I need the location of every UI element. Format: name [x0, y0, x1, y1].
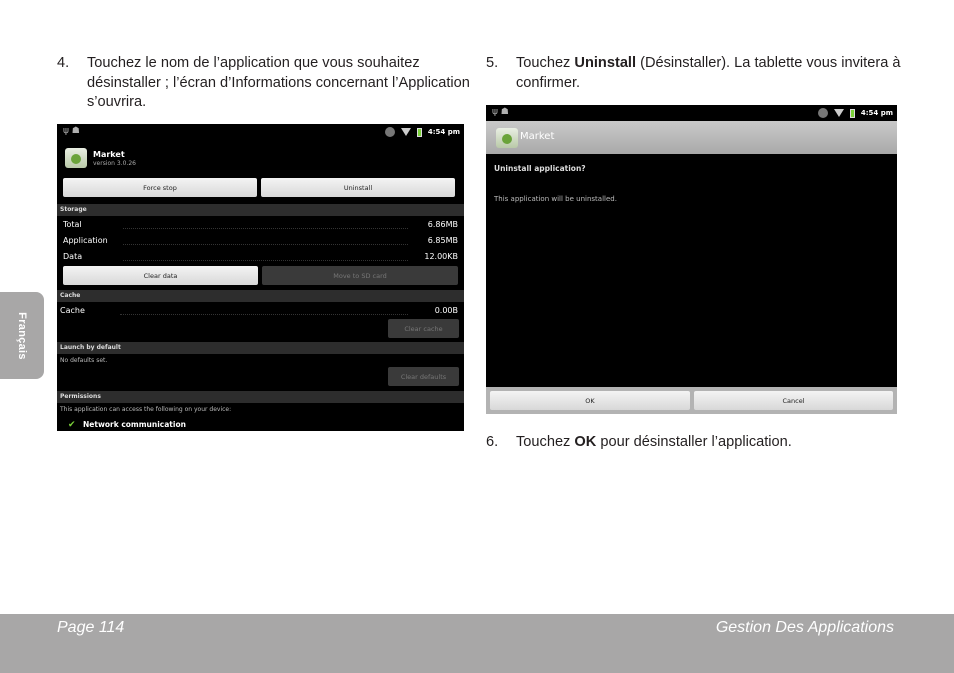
- battery-icon: [416, 127, 422, 137]
- row-label: Application: [63, 236, 108, 245]
- language-tab: Français: [0, 292, 44, 379]
- row-value: 0.00B: [434, 306, 458, 315]
- clock: 4:54 pm: [427, 128, 460, 136]
- app-name: Market: [520, 131, 555, 142]
- page-number: Page 114: [57, 619, 125, 636]
- app-version: version 3.0.26: [93, 160, 136, 167]
- step-text-pre: Touchez: [516, 55, 575, 71]
- step-text: Touchez OK pour désinstaller l’applicati…: [516, 433, 792, 453]
- row-label: Total: [63, 220, 82, 229]
- page-footer: Page 114 Gestion Des Applications: [0, 614, 954, 673]
- dialog-title: Uninstall application?: [494, 164, 586, 173]
- cache-row: Cache 0.00B: [60, 306, 458, 320]
- cancel-button[interactable]: Cancel: [694, 391, 893, 410]
- status-bar: ψ ☗ 4:54 pm: [486, 105, 897, 121]
- storage-row: Application 6.85MB: [63, 236, 458, 250]
- network-communication-item[interactable]: Network communication: [83, 420, 186, 429]
- storage-header: Storage: [57, 204, 464, 216]
- market-app-icon: [65, 148, 87, 168]
- row-value: 12.00KB: [424, 252, 458, 261]
- force-stop-button[interactable]: Force stop: [63, 178, 257, 197]
- storage-row: Data 12.00KB: [63, 252, 458, 266]
- uninstall-dialog-screenshot: ψ ☗ 4:54 pm Market Uninstall application…: [486, 105, 897, 414]
- app-name: Market: [93, 150, 125, 159]
- storage-row: Total 6.86MB: [63, 220, 458, 234]
- row-value: 6.86MB: [427, 220, 458, 229]
- row-leader: [123, 244, 408, 245]
- clear-data-button[interactable]: Clear data: [63, 266, 258, 285]
- step-text: Touchez Uninstall (Désinstaller). La tab…: [516, 54, 906, 93]
- sync-icon: [817, 108, 828, 118]
- permissions-text: This application can access the followin…: [60, 406, 232, 413]
- row-leader: [120, 314, 408, 315]
- clock: 4:54 pm: [860, 109, 893, 117]
- checkmark-icon: ✔: [68, 420, 76, 430]
- dialog-button-bar: OK Cancel: [486, 387, 897, 414]
- app-info-screenshot: ψ ☗ 4:54 pm Market version 3.0.26 Force …: [57, 124, 464, 431]
- title-bar: Market: [486, 121, 897, 154]
- row-label: Data: [63, 252, 83, 261]
- step-text-bold: Uninstall: [574, 55, 637, 71]
- language-label: Français: [16, 311, 28, 360]
- ok-button[interactable]: OK: [490, 391, 690, 410]
- section-title: Gestion Des Applications: [715, 619, 894, 636]
- step-text-post: pour désinstaller l’application.: [596, 434, 792, 450]
- wifi-icon: [833, 109, 844, 117]
- no-defaults-text: No defaults set.: [60, 357, 108, 364]
- move-to-sd-button[interactable]: Move to SD card: [262, 266, 458, 285]
- permissions-header: Permissions: [57, 391, 464, 403]
- usb-android-icon: ψ ☗: [63, 126, 80, 136]
- sync-icon: [384, 127, 395, 137]
- dialog-message: This application will be uninstalled.: [494, 195, 617, 203]
- step-number: 6.: [486, 434, 499, 450]
- battery-icon: [849, 108, 855, 118]
- step-number: 5.: [486, 55, 499, 71]
- row-label: Cache: [60, 306, 85, 315]
- uninstall-button[interactable]: Uninstall: [261, 178, 455, 197]
- step-text-bold: OK: [574, 434, 597, 450]
- row-value: 6.85MB: [427, 236, 458, 245]
- step-text-pre: Touchez: [516, 434, 575, 450]
- step-number: 4.: [57, 55, 70, 71]
- step-text: Touchez le nom de l’application que vous…: [87, 55, 470, 110]
- wifi-icon: [400, 128, 411, 136]
- cache-header: Cache: [57, 290, 464, 302]
- clear-defaults-button[interactable]: Clear defaults: [388, 367, 459, 386]
- market-app-icon: [496, 128, 518, 148]
- row-leader: [123, 260, 408, 261]
- row-leader: [123, 228, 408, 229]
- usb-android-icon: ψ ☗: [492, 107, 509, 117]
- status-bar: ψ ☗ 4:54 pm: [57, 124, 464, 140]
- clear-cache-button[interactable]: Clear cache: [388, 319, 459, 338]
- launch-default-header: Launch by default: [57, 342, 464, 354]
